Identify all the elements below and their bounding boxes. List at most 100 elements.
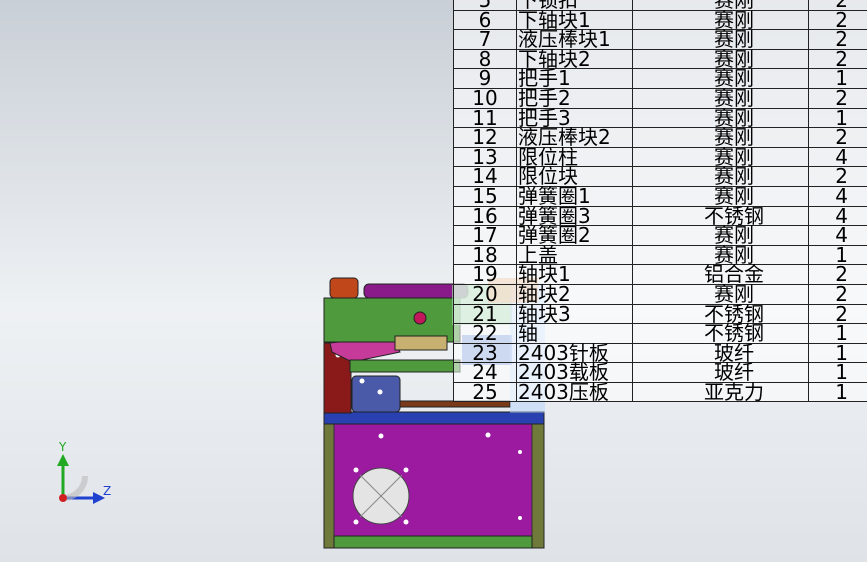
bom-row: 22 轴 不锈钢 1 xyxy=(454,323,867,343)
bom-material: 赛刚 xyxy=(714,183,754,208)
y-axis-label: Y xyxy=(59,440,67,454)
bom-quantity: 1 xyxy=(835,242,848,267)
bom-row: 14 限位块 赛刚 2 xyxy=(454,166,867,186)
bom-item-number: 17 xyxy=(472,223,498,248)
bom-part-name: 把手3 xyxy=(518,105,571,130)
bom-row: 16 弹簧圈3 不锈钢 4 xyxy=(454,203,867,228)
bom-part-name: 把手1 xyxy=(518,66,571,91)
top-cylinder xyxy=(329,277,359,299)
bom-part-name: 液压棒块2 xyxy=(518,125,611,150)
bom-quantity: 2 xyxy=(835,164,848,189)
bom-item-number: 25 xyxy=(472,379,498,404)
bom-material: 赛刚 xyxy=(714,66,754,91)
bom-part-name: 上盖 xyxy=(518,242,558,267)
bom-material: 赛刚 xyxy=(714,144,754,169)
bom-part-name: 轴块3 xyxy=(518,301,571,326)
bom-part-name: 下轴块1 xyxy=(518,7,591,32)
bom-part-name: 液压棒块1 xyxy=(518,27,611,52)
bom-material: 铝合金 xyxy=(704,262,764,287)
bom-material: 赛刚 xyxy=(714,242,754,267)
bom-item-number: 15 xyxy=(472,183,498,208)
bom-part-name: 2403压板 xyxy=(518,379,609,404)
bom-quantity: 2 xyxy=(835,7,848,32)
bom-quantity: 1 xyxy=(835,321,848,346)
bom-item-number: 16 xyxy=(472,203,498,228)
bom-quantity: 1 xyxy=(835,360,848,385)
bom-row: 6 下轴块1 赛刚 2 xyxy=(454,7,867,32)
bom-material: 赛刚 xyxy=(714,27,754,52)
bom-part-name: 轴块1 xyxy=(518,262,571,287)
bom-material: 赛刚 xyxy=(714,46,754,71)
bom-row: 12 液压棒块2 赛刚 2 xyxy=(454,127,867,147)
bom-material: 不锈钢 xyxy=(704,321,764,346)
bom-row: 8 下轴块2 赛刚 2 xyxy=(454,46,867,71)
bom-material: 玻纤 xyxy=(714,360,754,385)
bom-part-name: 下轴块2 xyxy=(518,46,591,71)
bom-row: 24 2403载板 玻纤 1 xyxy=(454,362,867,382)
bom-quantity: 4 xyxy=(835,223,848,248)
bom-part-name: 弹簧圈1 xyxy=(518,183,591,208)
bom-row: 15 弹簧圈1 赛刚 4 xyxy=(454,183,867,208)
bom-material: 赛刚 xyxy=(714,164,754,189)
bom-quantity: 2 xyxy=(835,301,848,326)
bom-row: 21 轴块3 不锈钢 2 xyxy=(454,301,867,326)
bom-item-number: 20 xyxy=(472,281,498,306)
bom-material: 赛刚 xyxy=(714,281,754,306)
bom-row: 13 限位柱 赛刚 4 xyxy=(454,144,867,169)
bom-item-number: 7 xyxy=(478,27,492,52)
bom-part-name: 弹簧圈3 xyxy=(518,203,591,228)
bom-part-name: 轴块2 xyxy=(518,281,571,306)
bom-item-number: 21 xyxy=(472,301,498,326)
bom-item-number: 8 xyxy=(478,46,492,71)
bom-material: 不锈钢 xyxy=(704,203,764,228)
bom-row: 25 2403压板 亚克力 1 xyxy=(454,379,867,404)
z-axis-label: Z xyxy=(103,484,112,498)
bom-row: 20 轴块2 赛刚 2 xyxy=(454,281,867,306)
bom-quantity: 2 xyxy=(835,27,848,52)
bom-row: 11 把手3 赛刚 1 xyxy=(454,105,867,130)
bom-item-number: 24 xyxy=(472,360,498,385)
axis-triad: Y Z xyxy=(45,440,125,510)
bom-row: 18 上盖 赛刚 1 xyxy=(454,242,867,267)
bom-quantity: 2 xyxy=(835,262,848,287)
bom-material: 赛刚 xyxy=(714,105,754,130)
bom-material: 赛刚 xyxy=(714,85,754,110)
bom-row: 9 把手1 赛刚 1 xyxy=(454,68,867,88)
bom-item-number: 18 xyxy=(472,242,498,267)
bom-row: 7 液压棒块1 赛刚 2 xyxy=(454,29,867,49)
bom-quantity: 4 xyxy=(835,144,848,169)
bom-item-number: 13 xyxy=(472,144,498,169)
bom-quantity: 1 xyxy=(835,66,848,91)
bom-part-name: 限位块 xyxy=(518,164,578,189)
cad-viewport[interactable]: 5 下锁扣 赛刚 2 6 下轴块1 赛刚 2 7 液压棒块1 赛刚 2 8 下轴块2 赛刚 2 9 把手1 赛刚 1 1… xyxy=(0,0,867,562)
bom-part-name: 弹簧圈2 xyxy=(518,223,591,248)
bom-part-name: 限位柱 xyxy=(518,144,578,169)
bom-row: 19 轴块1 铝合金 2 xyxy=(454,264,867,284)
slider-block xyxy=(351,375,401,413)
bom-material: 玻纤 xyxy=(714,340,754,365)
upper-green-block xyxy=(323,297,461,343)
bom-item-number: 19 xyxy=(472,262,498,287)
top-plate xyxy=(323,411,545,425)
bom-material: 赛刚 xyxy=(714,223,754,248)
bom-item-number: 9 xyxy=(478,66,492,91)
bom-quantity: 1 xyxy=(835,340,848,365)
bom-quantity: 1 xyxy=(835,379,848,404)
bom-row: 10 把手2 赛刚 2 xyxy=(454,85,867,110)
bom-part-name: 轴 xyxy=(518,321,538,346)
bom-item-number: 11 xyxy=(472,105,498,130)
bom-part-name: 2403针板 xyxy=(518,340,609,365)
bom-table: 5 下锁扣 赛刚 2 6 下轴块1 赛刚 2 7 液压棒块1 赛刚 2 8 下轴块2 赛刚 2 9 把手1 赛刚 1 1… xyxy=(453,0,867,404)
bom-part-name: 2403载板 xyxy=(518,360,609,385)
bom-material: 不锈钢 xyxy=(704,301,764,326)
bom-item-number: 10 xyxy=(472,85,498,110)
bom-part-name: 把手2 xyxy=(518,85,571,110)
bom-row: 5 下锁扣 赛刚 2 xyxy=(454,0,867,10)
bom-quantity: 2 xyxy=(835,125,848,150)
bom-row: 17 弹簧圈2 赛刚 4 xyxy=(454,225,867,245)
bom-material: 赛刚 xyxy=(714,7,754,32)
bom-item-number: 6 xyxy=(478,7,492,32)
bom-item-number: 12 xyxy=(472,125,498,150)
bom-item-number: 23 xyxy=(472,340,498,365)
bom-material: 亚克力 xyxy=(704,379,764,404)
